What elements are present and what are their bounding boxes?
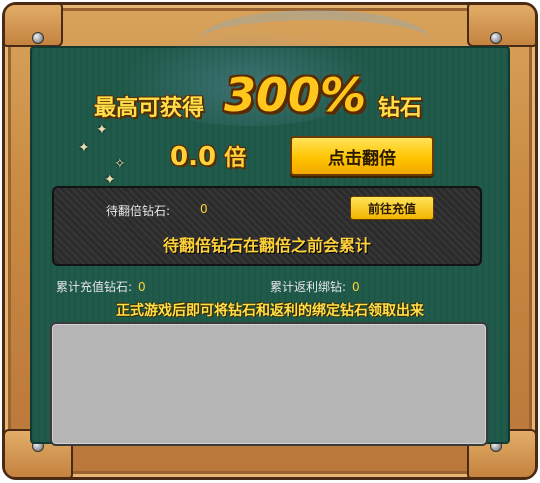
promo-percent: 300% [224, 68, 367, 122]
pending-diamonds-label: 待翻倍钻石: [106, 204, 171, 218]
total-recharge-label: 累计充值钻石: [56, 280, 133, 294]
total-recharge-stat: 累计充值钻石: 0 [56, 278, 146, 295]
promo-prefix: 最高可获得 [94, 96, 205, 121]
double-button[interactable]: 点击翻倍 [290, 136, 434, 176]
promo-suffix: 钻石 [378, 96, 423, 121]
frame-corner-top-right [467, 3, 537, 47]
star-icon: ✧ [114, 156, 126, 172]
go-recharge-button[interactable]: 前往充值 [350, 196, 434, 220]
multiplier-unit: 倍 [224, 146, 247, 171]
pending-note: 待翻倍钻石在翻倍之前会累计 [162, 236, 371, 255]
total-rebate-stat: 累计返利绑钻: 0 [270, 278, 360, 295]
pending-diamonds-panel: 待翻倍钻石: 0 前往充值 待翻倍钻石在翻倍之前会累计 [52, 186, 482, 266]
multiplier-display: 0.0 倍 [170, 140, 246, 172]
total-recharge-value: 0 [138, 280, 146, 294]
nail-icon [32, 32, 44, 44]
pending-diamonds-value: 0 [200, 202, 208, 216]
total-rebate-value: 0 [352, 280, 360, 294]
claim-footnote: 正式游戏后即可将钻石和返利的绑定钻石领取出来 [116, 303, 424, 319]
promo-headline: 最高可获得 300% 钻石 [64, 60, 444, 130]
stats-row: 累计充值钻石: 0 累计返利绑钻: 0 [56, 278, 476, 294]
star-icon: ✦ [78, 140, 90, 156]
multiplier-value: 0.0 [170, 142, 217, 172]
total-rebate-label: 累计返利绑钻: [270, 280, 347, 294]
nail-icon [490, 32, 502, 44]
content-panel [50, 322, 488, 446]
